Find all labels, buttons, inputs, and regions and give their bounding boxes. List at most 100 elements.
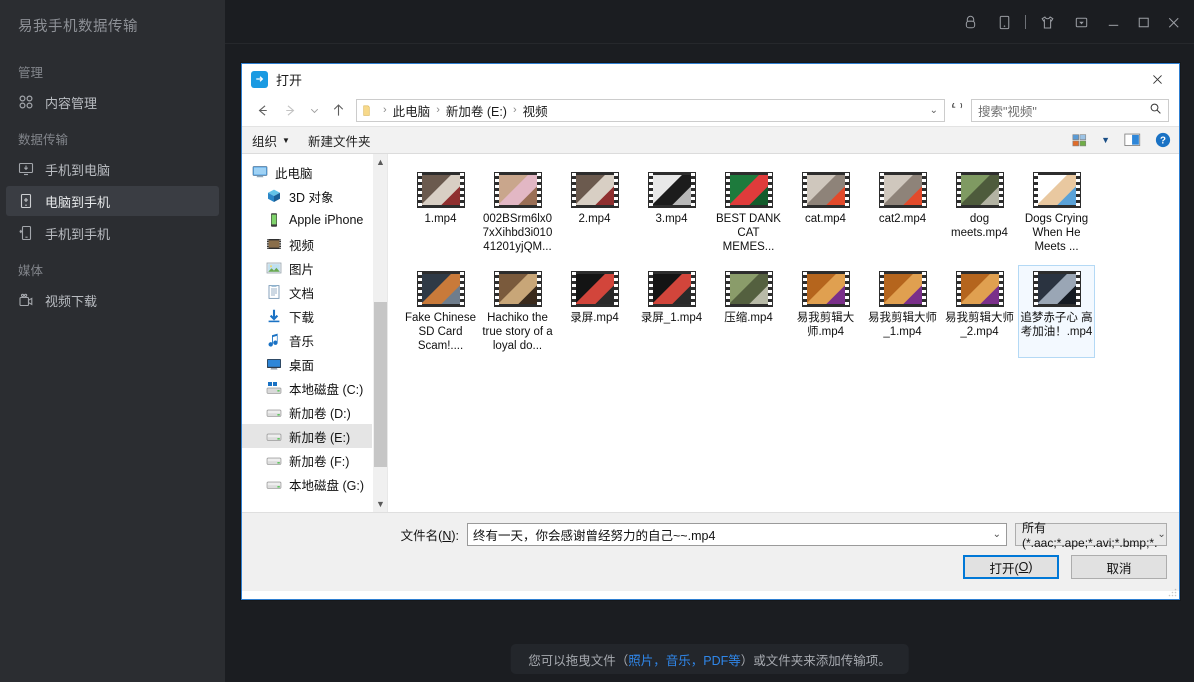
forward-button[interactable]: [276, 96, 304, 124]
tree-scrollbar[interactable]: ▲ ▼: [372, 154, 387, 512]
tree-item-11[interactable]: 新加卷 (E:): [242, 424, 372, 448]
view-controls: ▼ ?: [1072, 132, 1171, 148]
open-button[interactable]: 打开(O): [963, 555, 1059, 579]
film-strip-icon: [648, 172, 696, 208]
file-item[interactable]: Fake Chinese SD Card Scam!....: [402, 265, 479, 358]
file-item[interactable]: 2.mp4: [556, 166, 633, 259]
file-name-label: 录屏.mp4: [558, 311, 631, 325]
file-thumbnail: [956, 270, 1004, 308]
file-list-pane[interactable]: 1.mp4002BSrm6lx07xXihbd3i01041201yjQM...…: [387, 154, 1179, 512]
thumbnail-image: [1038, 274, 1076, 304]
file-thumbnail: [417, 270, 465, 308]
shirt-icon[interactable]: [1030, 5, 1064, 39]
breadcrumb-item-1[interactable]: 新加卷 (E:): [446, 101, 507, 120]
sidebar-item-phone-to-pc[interactable]: 手机到电脑: [6, 154, 219, 184]
tree-item-4[interactable]: 图片: [242, 256, 372, 280]
file-item[interactable]: dog meets.mp4: [941, 166, 1018, 259]
tree-item-1[interactable]: 3D 对象: [242, 184, 372, 208]
file-item[interactable]: 易我剪辑大师.mp4: [787, 265, 864, 358]
file-name-label: 易我剪辑大师_1.mp4: [866, 311, 939, 339]
downloads-icon: [266, 308, 282, 324]
file-name-label: 追梦赤子心 高考加油！.mp4: [1020, 311, 1093, 339]
drop-hint-highlight: 照片，音乐，PDF等: [628, 650, 741, 669]
tree-item-9[interactable]: 本地磁盘 (C:): [242, 376, 372, 400]
cancel-button[interactable]: 取消: [1071, 555, 1167, 579]
dialog-app-icon: [251, 71, 268, 88]
film-strip-icon: [956, 172, 1004, 208]
file-item[interactable]: 1.mp4: [402, 166, 479, 259]
lock-icon[interactable]: [953, 5, 987, 39]
windows-drive-icon: [266, 380, 282, 396]
thumbnail-image: [961, 175, 999, 205]
sidebar-item-pc-to-phone[interactable]: 电脑到手机: [6, 186, 219, 216]
file-item[interactable]: 3.mp4: [633, 166, 710, 259]
film-strip-icon: [879, 271, 927, 307]
minimize-icon[interactable]: [1098, 5, 1128, 39]
file-item[interactable]: 录屏.mp4: [556, 265, 633, 358]
dropdown-icon[interactable]: [1064, 5, 1098, 39]
file-item[interactable]: 录屏_1.mp4: [633, 265, 710, 358]
sidebar-item-content-management[interactable]: 内容管理: [6, 87, 219, 117]
breadcrumb-item-0[interactable]: 此电脑: [393, 101, 431, 120]
file-item[interactable]: 易我剪辑大师_1.mp4: [864, 265, 941, 358]
up-button[interactable]: [324, 96, 352, 124]
file-name-label: 3.mp4: [635, 212, 708, 226]
dialog-close-button[interactable]: [1135, 64, 1179, 94]
tree-item-5[interactable]: 文档: [242, 280, 372, 304]
tree-item-12[interactable]: 新加卷 (F:): [242, 448, 372, 472]
tree-item-8[interactable]: 桌面: [242, 352, 372, 376]
tree-item-10[interactable]: 新加卷 (D:): [242, 400, 372, 424]
film-strip-icon: [1033, 271, 1081, 307]
new-folder-button[interactable]: 新建文件夹: [308, 131, 371, 150]
tree-item-6[interactable]: 下载: [242, 304, 372, 328]
file-item[interactable]: 易我剪辑大师_2.mp4: [941, 265, 1018, 358]
search-input[interactable]: 搜索"视频": [971, 99, 1169, 122]
file-item[interactable]: 压缩.mp4: [710, 265, 787, 358]
scroll-down-icon[interactable]: ▼: [373, 496, 388, 512]
scrollbar-thumb[interactable]: [374, 302, 387, 467]
thumbnail-image: [499, 175, 537, 205]
filename-input[interactable]: 终有一天，你会感谢曾经努力的自己~~.mp4 ⌄: [467, 523, 1007, 546]
back-button[interactable]: [248, 96, 276, 124]
refresh-button[interactable]: [945, 99, 969, 122]
tree-item-13[interactable]: 本地磁盘 (G:): [242, 472, 372, 496]
file-item[interactable]: Hachiko the true story of a loyal do...: [479, 265, 556, 358]
scroll-up-icon[interactable]: ▲: [373, 154, 388, 170]
file-item[interactable]: cat2.mp4: [864, 166, 941, 259]
tree-item-0[interactable]: 此电脑: [242, 160, 372, 184]
file-name-label: 002BSrm6lx07xXihbd3i01041201yjQM...: [481, 212, 554, 254]
tree-item-2[interactable]: Apple iPhone: [242, 208, 372, 232]
help-icon[interactable]: ?: [1155, 132, 1171, 148]
file-name-label: 录屏_1.mp4: [635, 311, 708, 325]
filter-chevron-down-icon: ⌄: [1157, 529, 1165, 540]
file-thumbnail: [956, 171, 1004, 209]
file-item[interactable]: 002BSrm6lx07xXihbd3i01041201yjQM...: [479, 166, 556, 259]
resize-grip-icon[interactable]: [1167, 588, 1177, 598]
file-type-filter-select[interactable]: 所有(*.aac;*.ape;*.avi;*.bmp;*. ⌄: [1015, 523, 1167, 546]
breadcrumb-item-2[interactable]: 视频: [523, 101, 548, 120]
organize-menu-button[interactable]: 组织 ▼: [252, 131, 290, 150]
preview-pane-icon[interactable]: [1124, 133, 1141, 147]
file-item[interactable]: cat.mp4: [787, 166, 864, 259]
breadcrumb-chevron-down-icon[interactable]: ⌄: [930, 105, 938, 116]
maximize-icon[interactable]: [1128, 5, 1158, 39]
sidebar-item-video-download[interactable]: 视频下载: [6, 285, 219, 315]
close-icon[interactable]: [1158, 5, 1188, 39]
view-layout-icon[interactable]: [1072, 133, 1087, 148]
filename-chevron-down-icon[interactable]: ⌄: [993, 529, 1001, 540]
sidebar-item-phone-to-phone[interactable]: 手机到手机: [6, 218, 219, 248]
phone-icon[interactable]: [987, 5, 1021, 39]
thumbnail-image: [730, 274, 768, 304]
tree-item-7[interactable]: 音乐: [242, 328, 372, 352]
tree-item-3[interactable]: 视频: [242, 232, 372, 256]
file-item-selected[interactable]: 追梦赤子心 高考加油！.mp4: [1018, 265, 1095, 358]
file-item[interactable]: BEST DANK CAT MEMES...: [710, 166, 787, 259]
search-placeholder: 搜索"视频": [978, 101, 1037, 120]
breadcrumb-bar[interactable]: › 此电脑 › 新加卷 (E:) › 视频 ⌄: [356, 99, 945, 122]
sidebar-item-label: 内容管理: [45, 93, 97, 112]
3d-objects-icon: [266, 188, 282, 204]
recent-locations-button[interactable]: [304, 96, 324, 124]
app-title: 易我手机数据传输: [0, 0, 225, 52]
view-chevron-down-icon[interactable]: ▼: [1101, 135, 1110, 145]
file-item[interactable]: Dogs Crying When He Meets ...: [1018, 166, 1095, 259]
